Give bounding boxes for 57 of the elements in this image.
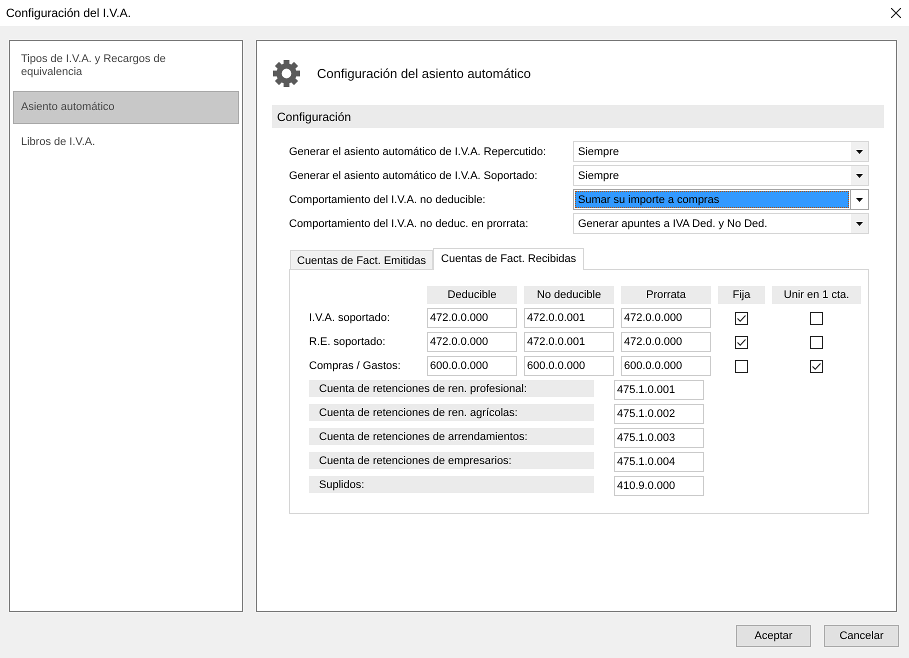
gear-icon	[273, 60, 300, 86]
caret-icon	[856, 222, 863, 226]
field-label: Suplidos:	[309, 476, 594, 493]
setting-label: Comportamiento del I.V.A. no deducible:	[289, 194, 486, 206]
panel-title: Configuración del asiento automático	[317, 66, 531, 80]
account-field[interactable]: 472.0.0.000	[621, 332, 711, 352]
sidebar-item[interactable]: Asiento automático	[13, 91, 239, 124]
caret-icon	[856, 198, 863, 202]
dropdown[interactable]: Siempre	[573, 141, 869, 162]
account-field[interactable]: 600.0.0.000	[427, 356, 517, 376]
setting-label: Generar el asiento automático de I.V.A. Repercutido:	[289, 146, 548, 158]
dropdown[interactable]: Sumar su importe a compras	[573, 189, 869, 210]
caret-icon	[856, 150, 863, 154]
column-header: Unir en 1 cta.	[772, 286, 861, 304]
field-label: Cuenta de retenciones de empresarios:	[309, 452, 594, 469]
checkbox[interactable]	[810, 336, 823, 348]
column-header: Fija	[718, 286, 765, 304]
account-field[interactable]: 472.0.0.001	[524, 332, 614, 352]
row-label: I.V.A. soportado:	[309, 311, 391, 326]
account-field[interactable]: 475.1.0.002	[614, 404, 704, 424]
row-label: Compras / Gastos:	[309, 359, 402, 374]
row-label: R.E. soportado:	[309, 335, 386, 350]
dropdown[interactable]: Siempre	[573, 165, 869, 186]
sidebar-item[interactable]: Libros de I.V.A.	[13, 127, 239, 158]
account-field[interactable]: 600.0.0.000	[524, 356, 614, 376]
tab[interactable]: Cuentas de Fact. Recibidas	[433, 248, 584, 270]
checkbox[interactable]	[735, 312, 748, 324]
sidebar-item[interactable]: Tipos de I.V.A. y Recargos de equivalencia	[13, 44, 239, 88]
account-field[interactable]: 475.1.0.004	[614, 452, 704, 472]
tab[interactable]: Cuentas de Fact. Emitidas	[290, 250, 434, 269]
field-label: Cuenta de retenciones de arrendamientos:	[309, 428, 594, 445]
column-header: Prorrata	[621, 286, 711, 304]
account-field[interactable]: 472.0.0.001	[524, 308, 614, 328]
checkbox[interactable]	[735, 360, 748, 372]
checkbox[interactable]	[810, 360, 823, 372]
account-field[interactable]: 600.0.0.000	[621, 356, 711, 376]
setting-label: Generar el asiento automático de I.V.A. Soportado:	[289, 170, 538, 182]
section-header: Configuración	[272, 105, 884, 128]
column-header: No deducible	[524, 286, 614, 304]
field-label: Cuenta de retenciones de ren. profesional:	[309, 380, 594, 397]
account-field[interactable]: 472.0.0.000	[621, 308, 711, 328]
dialog-button[interactable]: Aceptar	[736, 625, 811, 647]
account-field[interactable]: 475.1.0.003	[614, 428, 704, 448]
account-field[interactable]: 472.0.0.000	[427, 308, 517, 328]
setting-label: Comportamiento del I.V.A. no deduc. en prorrata:	[289, 218, 530, 230]
dialog-button[interactable]: Cancelar	[824, 625, 899, 647]
close-icon[interactable]	[891, 8, 901, 18]
dropdown[interactable]: Generar apuntes a IVA Ded. y No Ded.	[573, 213, 869, 234]
window-title: Configuración del I.V.A.	[6, 6, 131, 20]
account-field[interactable]: 475.1.0.001	[614, 380, 704, 400]
column-header: Deducible	[427, 286, 517, 304]
account-field[interactable]: 410.9.0.000	[614, 476, 704, 496]
checkbox[interactable]	[735, 336, 748, 348]
caret-icon	[856, 174, 863, 178]
field-label: Cuenta de retenciones de ren. agrícolas:	[309, 404, 594, 421]
checkbox[interactable]	[810, 312, 823, 324]
account-field[interactable]: 472.0.0.000	[427, 332, 517, 352]
